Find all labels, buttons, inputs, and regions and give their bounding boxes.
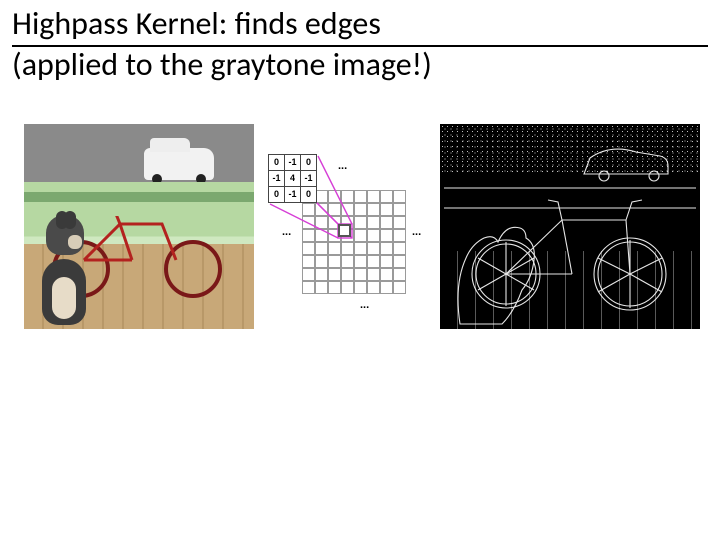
slide-title-block: Highpass Kernel: finds edges (applied to…: [0, 0, 720, 84]
kernel-matrix: 0 -1 0 -1 4 -1 0 -1 0: [268, 154, 317, 203]
kernel-diagram: 0 -1 0 -1 4 -1 0 -1 0 ... ... ... ...: [268, 154, 418, 304]
kernel-cell: -1: [301, 170, 317, 186]
sitting-dog: [32, 215, 102, 325]
title-line-2: (applied to the graytone image!): [12, 47, 708, 84]
input-photo: [24, 124, 254, 329]
deck-edge-lines: [440, 251, 700, 329]
content-row: 0 -1 0 -1 4 -1 0 -1 0 ... ... ... ...: [0, 124, 720, 344]
parked-car: [144, 148, 214, 180]
kernel-cell: 0: [301, 186, 317, 202]
ellipsis-icon: ...: [282, 226, 291, 238]
kernel-cell: -1: [285, 186, 301, 202]
title-line-1: Highpass Kernel: finds edges: [12, 6, 708, 43]
kernel-cell: -1: [269, 170, 285, 186]
kernel-cell: 4: [285, 170, 301, 186]
ellipsis-icon: ...: [412, 226, 421, 238]
road-area: [24, 124, 254, 184]
kernel-cell: 0: [269, 154, 285, 170]
edge-output-image: [440, 124, 700, 329]
ellipsis-icon: ...: [360, 299, 369, 311]
kernel-cell: -1: [285, 154, 301, 170]
foliage-edge-noise: [440, 124, 700, 176]
kernel-cell: 0: [269, 186, 285, 202]
ellipsis-icon: ...: [338, 160, 347, 172]
kernel-cell: 0: [301, 154, 317, 170]
output-target-cell: [338, 224, 351, 237]
